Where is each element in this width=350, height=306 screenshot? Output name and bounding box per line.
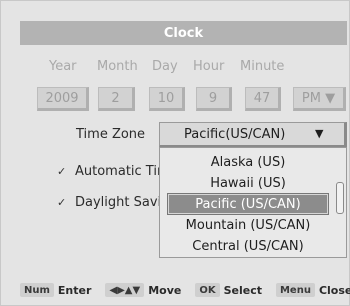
check-icon: ✓ [57, 165, 67, 178]
automatic-time-label: Automatic Tim [75, 164, 170, 179]
year-label: Year [49, 59, 77, 74]
minute-field[interactable]: 47 [245, 87, 281, 111]
hour-label: Hour [193, 59, 225, 74]
check-icon: ✓ [57, 196, 67, 209]
option-hawaii[interactable]: Hawaii (US) [168, 173, 328, 193]
hour-field[interactable]: 9 [196, 87, 232, 111]
daylight-saving-label: Daylight Savin [75, 195, 170, 210]
move-hint: Move [148, 283, 182, 297]
footer-hints: Num Enter ◀▶▲▼ Move OK Select Menu Close [20, 282, 350, 298]
day-field[interactable]: 10 [149, 87, 185, 111]
option-alaska[interactable]: Alaska (US) [168, 152, 328, 172]
day-label: Day [152, 59, 178, 74]
chevron-down-icon: ▼ [315, 127, 324, 140]
num-key: Num [20, 283, 54, 297]
option-pacific[interactable]: Pacific (US/CAN) [167, 193, 329, 215]
option-central[interactable]: Central (US/CAN) [168, 236, 328, 256]
month-label: Month [97, 59, 138, 74]
month-field[interactable]: 2 [98, 87, 135, 111]
select-hint: Select [223, 283, 262, 297]
minute-label: Minute [240, 59, 285, 74]
arrow-keys-icon: ◀▶▲▼ [105, 283, 145, 297]
time-zone-label: Time Zone [76, 127, 146, 142]
automatic-time-checkbox[interactable]: ✓ Automatic Tim [57, 164, 170, 179]
time-zone-select[interactable]: Pacific(US/CAN) ▼ [159, 122, 347, 148]
year-field[interactable]: 2009 [37, 87, 89, 111]
dropdown-scrollbar[interactable] [336, 182, 344, 214]
ampm-field[interactable]: PM ▼ [293, 87, 346, 111]
dialog-title: Clock [20, 21, 347, 45]
time-zone-value: Pacific(US/CAN) [184, 127, 286, 142]
ok-key: OK [195, 283, 220, 297]
close-hint: Close [318, 283, 350, 297]
option-mountain[interactable]: Mountain (US/CAN) [168, 215, 328, 235]
clock-dialog: Clock Year Month Day Hour Minute 2009 2 … [0, 0, 350, 306]
menu-key: Menu [275, 283, 315, 297]
daylight-saving-checkbox[interactable]: ✓ Daylight Savin [57, 195, 169, 210]
enter-hint: Enter [57, 283, 92, 297]
time-zone-dropdown-list: Alaska (US) Hawaii (US) Pacific (US/CAN)… [159, 147, 347, 258]
